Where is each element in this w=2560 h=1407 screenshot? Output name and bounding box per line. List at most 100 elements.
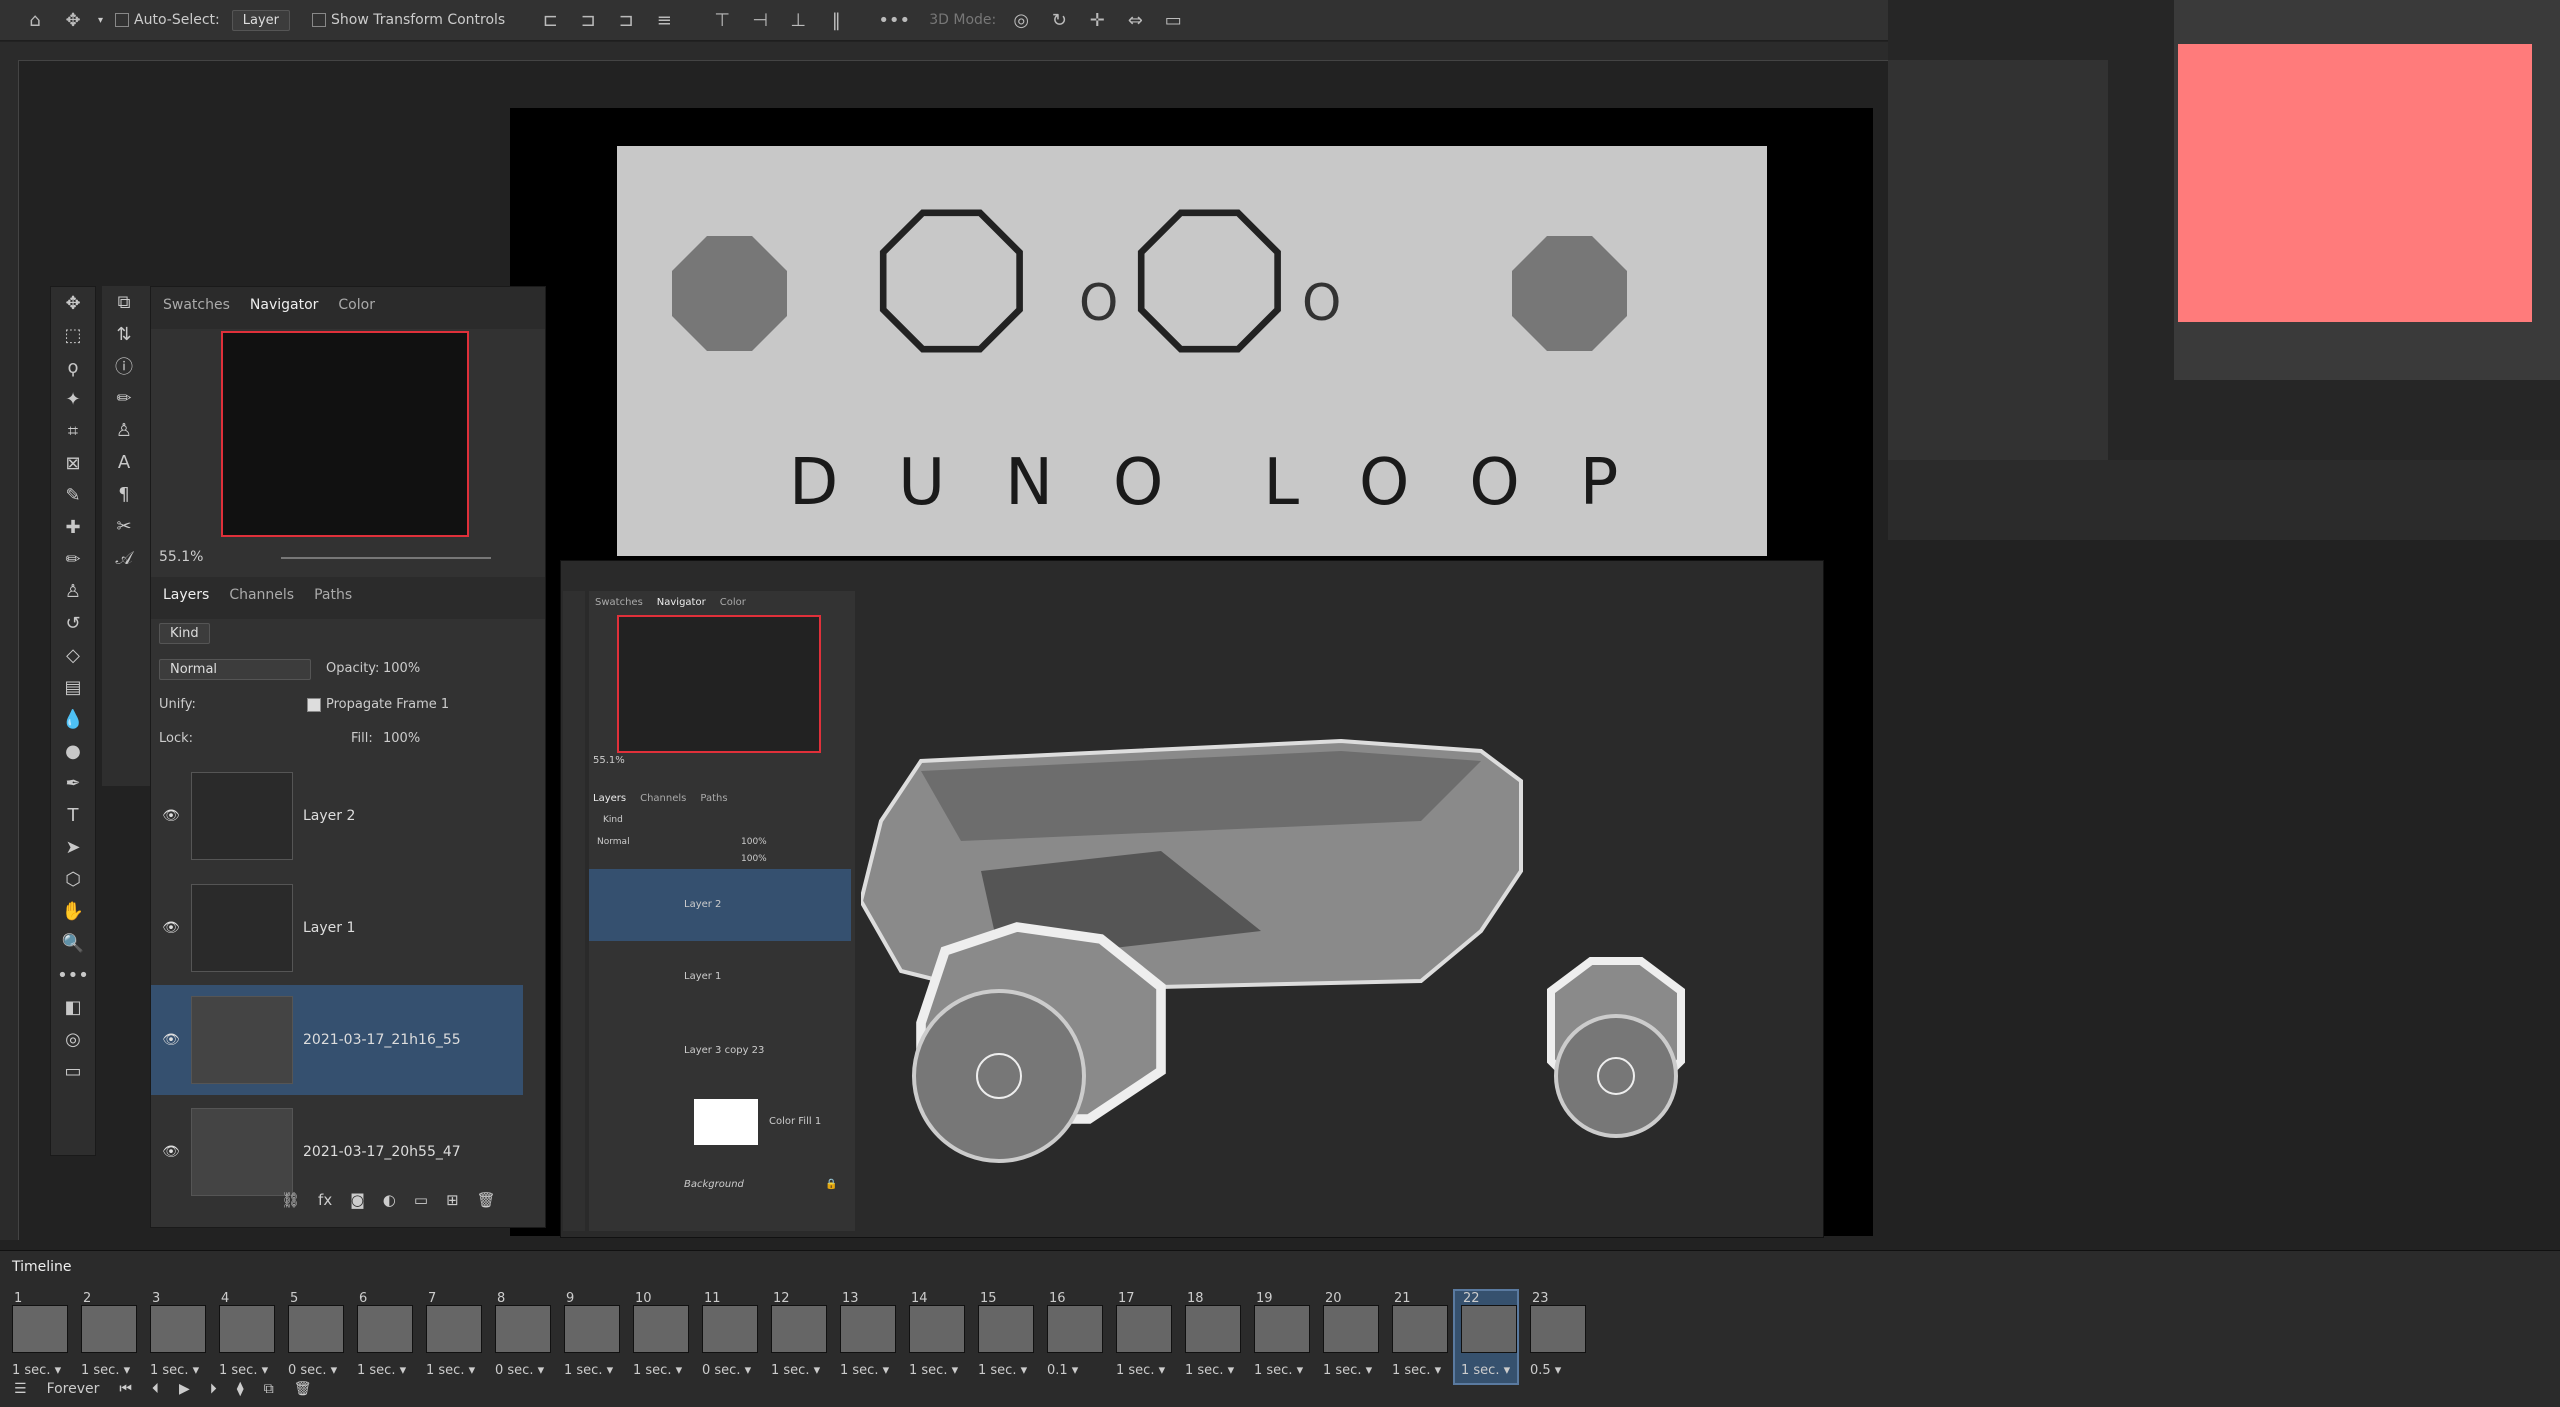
crop-tool-icon[interactable]: ⌗ — [51, 415, 95, 447]
timeline-frame[interactable]: 20 1 sec. ▾ — [1317, 1291, 1379, 1383]
timeline-frame[interactable]: 11 0 sec. ▾ — [696, 1291, 758, 1383]
eraser-icon[interactable]: ◇ — [51, 639, 95, 671]
frame-delay[interactable]: 1 sec. ▾ — [219, 1363, 268, 1378]
auto-select-checkbox[interactable]: Auto-Select: — [115, 12, 220, 28]
distribute-vertical-icon[interactable]: ‖ — [823, 7, 849, 33]
frame-delay[interactable]: 1 sec. ▾ — [1461, 1363, 1510, 1378]
link-icon[interactable]: ⛓ — [281, 1191, 300, 1209]
auto-select-dropdown[interactable]: Layer — [231, 9, 291, 31]
inner-blend[interactable]: Normal — [597, 837, 630, 847]
home-icon[interactable]: ⌂ — [22, 7, 48, 33]
frame-delay[interactable]: 1 sec. ▾ — [771, 1363, 820, 1378]
more-icon[interactable]: ••• — [878, 7, 910, 33]
opacity-value[interactable]: 100% — [383, 661, 420, 676]
3d-roll-icon[interactable]: ↻ — [1046, 7, 1072, 33]
frame-delay[interactable]: 1 sec. ▾ — [357, 1363, 406, 1378]
blend-mode-select[interactable]: Normal — [159, 659, 311, 680]
timeline-frame[interactable]: 21 1 sec. ▾ — [1386, 1291, 1448, 1383]
inner-layer-name[interactable]: Color Fill 1 — [769, 1116, 821, 1127]
adjustment-icon[interactable]: ◐ — [383, 1191, 396, 1209]
3d-pan-icon[interactable]: ✛ — [1084, 7, 1110, 33]
3d-camera-icon[interactable]: ▭ — [1160, 7, 1186, 33]
folder-icon[interactable]: ▭ — [414, 1191, 428, 1209]
loop-select[interactable]: Forever — [47, 1381, 100, 1397]
previous-frame-icon[interactable]: ⏴ — [152, 1381, 159, 1397]
tab-navigator[interactable]: Navigator — [250, 297, 319, 319]
chevron-down-icon[interactable]: ▾ — [98, 15, 103, 26]
timeline-frame[interactable]: 7 1 sec. ▾ — [420, 1291, 482, 1383]
frame-delay[interactable]: 1 sec. ▾ — [1254, 1363, 1303, 1378]
frame-delay[interactable]: 0.5 ▾ — [1530, 1363, 1561, 1378]
timeline-frame[interactable]: 10 1 sec. ▾ — [627, 1291, 689, 1383]
show-transform-checkbox[interactable]: Show Transform Controls — [312, 12, 505, 28]
tab-paths[interactable]: Paths — [314, 587, 352, 609]
timeline-frame[interactable]: 19 1 sec. ▾ — [1248, 1291, 1310, 1383]
duplicate-frame-icon[interactable]: ⧉ — [264, 1381, 274, 1397]
frame-delay[interactable]: 1 sec. ▾ — [633, 1363, 682, 1378]
frame-delay[interactable]: 1 sec. ▾ — [1185, 1363, 1234, 1378]
timeline-frame[interactable]: 14 1 sec. ▾ — [903, 1291, 965, 1383]
layer-row[interactable]: 👁 Layer 1 — [151, 873, 523, 983]
propagate-checkbox[interactable]: Propagate Frame 1 — [307, 697, 449, 712]
timeline-frame[interactable]: 13 1 sec. ▾ — [834, 1291, 896, 1383]
timeline-frame[interactable]: 18 1 sec. ▾ — [1179, 1291, 1241, 1383]
inner-layer-name[interactable]: Background — [684, 1179, 744, 1190]
inner-fill[interactable]: 100% — [741, 854, 767, 864]
timeline-frame[interactable]: 2 1 sec. ▾ — [75, 1291, 137, 1383]
info-icon[interactable]: ⓘ — [102, 350, 146, 382]
inner-layer-name[interactable]: Layer 3 copy 23 — [684, 1045, 764, 1056]
more-tools-icon[interactable]: ••• — [51, 959, 95, 991]
blur-icon[interactable]: 💧 — [51, 703, 95, 735]
align-bottom-icon[interactable]: ⊥ — [785, 7, 811, 33]
frame-delay[interactable]: 1 sec. ▾ — [978, 1363, 1027, 1378]
move-tool-icon[interactable]: ✥ — [51, 287, 95, 319]
zoom-tool-icon[interactable]: 🔍 — [51, 927, 95, 959]
first-frame-icon[interactable]: ⏮ — [119, 1381, 132, 1397]
pen-tool-icon[interactable]: ✒ — [51, 767, 95, 799]
timeline-frame[interactable]: 5 0 sec. ▾ — [282, 1291, 344, 1383]
timeline-frame[interactable]: 3 1 sec. ▾ — [144, 1291, 206, 1383]
tab-channels[interactable]: Channels — [229, 587, 294, 609]
align-left-icon[interactable]: ⊏ — [537, 7, 563, 33]
timeline-frame[interactable]: 8 0 sec. ▾ — [489, 1291, 551, 1383]
3d-orbit-icon[interactable]: ◎ — [1008, 7, 1034, 33]
move-tool-icon[interactable]: ✥ — [60, 7, 86, 33]
frame-delay[interactable]: 1 sec. ▾ — [81, 1363, 130, 1378]
inner-opacity[interactable]: 100% — [741, 837, 767, 847]
marquee-tool-icon[interactable]: ⬚ — [51, 319, 95, 351]
eye-icon[interactable]: 👁 — [151, 808, 191, 824]
next-frame-icon[interactable]: ⏵ — [210, 1381, 217, 1397]
timeline-frame[interactable]: 9 1 sec. ▾ — [558, 1291, 620, 1383]
brush-panel-icon[interactable]: ✏ — [102, 382, 146, 414]
color-swatch-icon[interactable]: ◧ — [51, 991, 95, 1023]
navigator-zoom-slider[interactable] — [281, 557, 491, 559]
clone-source-icon[interactable]: ♙ — [102, 414, 146, 446]
magic-wand-icon[interactable]: ✦ — [51, 383, 95, 415]
frame-delay[interactable]: 1 sec. ▾ — [1323, 1363, 1372, 1378]
navigator-thumbnail[interactable] — [221, 331, 469, 537]
type-tool-icon[interactable]: T — [51, 799, 95, 831]
eye-icon[interactable]: 👁 — [151, 920, 191, 936]
quick-mask-icon[interactable]: ◎ — [51, 1023, 95, 1055]
inner-layer-name[interactable]: Layer 1 — [684, 971, 721, 982]
timeline-frame[interactable]: 4 1 sec. ▾ — [213, 1291, 275, 1383]
screen-mode-icon[interactable]: ▭ — [51, 1055, 95, 1087]
align-right-icon[interactable]: ⊐ — [613, 7, 639, 33]
frame-delay[interactable]: 0 sec. ▾ — [495, 1363, 544, 1378]
inner-tab[interactable]: Swatches — [595, 597, 643, 608]
tool-presets-icon[interactable]: ✂ — [102, 510, 146, 542]
tab-layers[interactable]: Layers — [163, 587, 209, 609]
frame-delay[interactable]: 1 sec. ▾ — [1392, 1363, 1441, 1378]
eyedropper-icon[interactable]: ✎ — [51, 479, 95, 511]
timeline-frame[interactable]: 12 1 sec. ▾ — [765, 1291, 827, 1383]
align-center-icon[interactable]: ⊐ — [575, 7, 601, 33]
hand-tool-icon[interactable]: ✋ — [51, 895, 95, 927]
inner-layer-tab[interactable]: Layers — [593, 793, 626, 804]
frame-tool-icon[interactable]: ⊠ — [51, 447, 95, 479]
tab-color[interactable]: Color — [338, 297, 375, 319]
timeline-frame[interactable]: 22 1 sec. ▾ — [1453, 1289, 1519, 1385]
shape-tool-icon[interactable]: ⬡ — [51, 863, 95, 895]
layer-row[interactable]: 👁 Layer 2 — [151, 761, 523, 871]
timeline-menu-icon[interactable]: ☰ — [14, 1381, 27, 1397]
layer-row[interactable]: 👁 2021-03-17_21h16_55 — [151, 985, 523, 1095]
